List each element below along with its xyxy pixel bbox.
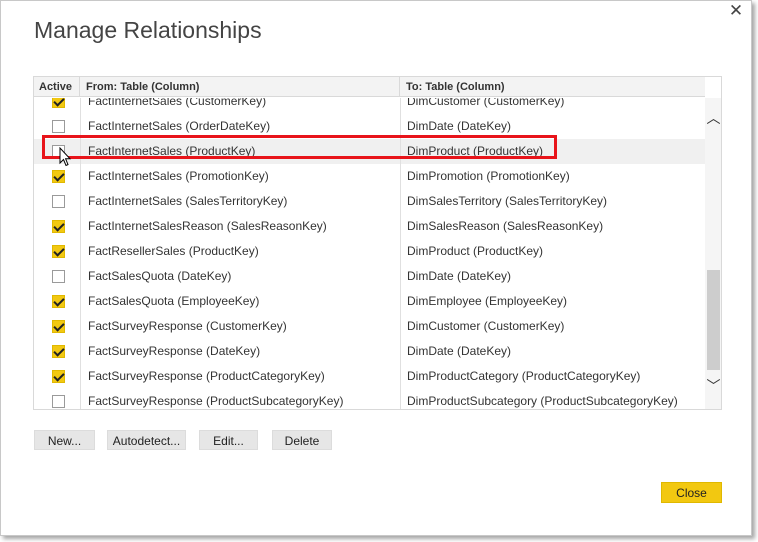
to-cell: DimDate (DateKey) (407, 344, 512, 358)
from-cell: FactInternetSalesReason (SalesReasonKey) (81, 214, 401, 239)
header-from[interactable]: From: Table (Column) (81, 77, 400, 97)
vertical-scrollbar[interactable]: ︿ ﹀ (705, 98, 721, 409)
table-body: FactInternetSales (CustomerKey) DimCustom… (34, 98, 705, 409)
table-header: Active From: Table (Column) To: Table (C… (34, 77, 705, 97)
active-cell (34, 364, 81, 389)
table-rows: FactInternetSales (CustomerKey) DimCustom… (34, 98, 705, 409)
checkbox-checked-icon[interactable] (52, 98, 65, 108)
to-cell: DimProduct (ProductKey) (407, 144, 544, 158)
table-row[interactable]: FactInternetSales (CustomerKey) DimCustom… (34, 98, 705, 114)
checkbox-checked-icon[interactable] (52, 320, 65, 333)
active-cell (34, 289, 81, 314)
table-row[interactable]: FactSalesQuota (DateKey) DimDate (DateKey… (34, 264, 705, 289)
active-cell (34, 214, 81, 239)
from-cell: FactSalesQuota (EmployeeKey) (81, 289, 401, 314)
active-cell (34, 189, 81, 214)
checkbox-checked-icon[interactable] (52, 370, 65, 383)
active-cell (34, 139, 81, 164)
new-button[interactable]: New... (34, 430, 95, 450)
active-cell (34, 98, 81, 114)
active-cell (34, 314, 81, 339)
table-row[interactable]: FactSalesQuota (EmployeeKey) DimEmployee … (34, 289, 705, 314)
close-icon[interactable]: ✕ (727, 2, 745, 20)
table-row[interactable]: FactInternetSales (ProductKey) DimProduct… (34, 139, 705, 164)
scroll-thumb[interactable] (707, 270, 720, 370)
to-cell: DimProduct (ProductKey) (407, 244, 544, 258)
from-cell: FactInternetSales (SalesTerritoryKey) (81, 189, 401, 214)
table-row[interactable]: FactInternetSales (SalesTerritoryKey) Dim… (34, 189, 705, 214)
table-row[interactable]: FactSurveyResponse (CustomerKey) DimCusto… (34, 314, 705, 339)
to-cell: DimEmployee (EmployeeKey) (407, 294, 568, 308)
active-cell (34, 239, 81, 264)
active-cell (34, 389, 81, 409)
table-row[interactable]: FactSurveyResponse (ProductSubcategoryKe… (34, 389, 705, 409)
checkbox-unchecked-icon[interactable] (52, 395, 65, 408)
header-to[interactable]: To: Table (Column) (401, 77, 705, 97)
table-row[interactable]: FactInternetSales (PromotionKey) DimPromo… (34, 164, 705, 189)
from-cell: FactSalesQuota (DateKey) (81, 264, 401, 289)
from-cell: FactSurveyResponse (ProductCategoryKey) (81, 364, 401, 389)
from-cell: FactSurveyResponse (ProductSubcategoryKe… (81, 389, 401, 409)
edit-button[interactable]: Edit... (199, 430, 258, 450)
checkbox-checked-icon[interactable] (52, 245, 65, 258)
to-cell: DimDate (DateKey) (407, 119, 512, 133)
active-cell (34, 114, 81, 139)
from-cell: FactResellerSales (ProductKey) (81, 239, 401, 264)
to-cell: DimDate (DateKey) (407, 269, 512, 283)
to-cell: DimCustomer (CustomerKey) (407, 319, 565, 333)
to-cell: DimProductSubcategory (ProductSubcategor… (407, 394, 678, 408)
table-row[interactable]: FactSurveyResponse (ProductCategoryKey) D… (34, 364, 705, 389)
checkbox-checked-icon[interactable] (52, 170, 65, 183)
from-cell: FactInternetSales (ProductKey) (81, 139, 401, 164)
dialog-title: Manage Relationships (34, 17, 262, 43)
scroll-down-icon[interactable]: ﹀ (705, 376, 721, 396)
active-cell (34, 264, 81, 289)
checkbox-unchecked-icon[interactable] (52, 120, 65, 133)
table-row[interactable]: FactSurveyResponse (DateKey) DimDate (Dat… (34, 339, 705, 364)
checkbox-checked-icon[interactable] (52, 220, 65, 233)
checkbox-unchecked-icon[interactable] (52, 270, 65, 283)
to-cell: DimSalesReason (SalesReasonKey) (407, 219, 604, 233)
checkbox-unchecked-icon[interactable] (52, 145, 65, 158)
table-row[interactable]: FactInternetSales (OrderDateKey) DimDate … (34, 114, 705, 139)
to-cell: DimSalesTerritory (SalesTerritoryKey) (407, 194, 608, 208)
header-active[interactable]: Active (34, 77, 80, 97)
from-cell: FactSurveyResponse (CustomerKey) (81, 314, 401, 339)
checkbox-checked-icon[interactable] (52, 345, 65, 358)
from-cell: FactInternetSales (PromotionKey) (81, 164, 401, 189)
active-cell (34, 164, 81, 189)
autodetect-button[interactable]: Autodetect... (107, 430, 186, 450)
delete-button[interactable]: Delete (272, 430, 332, 450)
from-cell: FactInternetSales (OrderDateKey) (81, 114, 401, 139)
table-row[interactable]: FactResellerSales (ProductKey) DimProduct… (34, 239, 705, 264)
manage-relationships-dialog: ✕ Manage Relationships Active From: Tabl… (0, 0, 752, 536)
from-cell: FactSurveyResponse (DateKey) (81, 339, 401, 364)
active-cell (34, 339, 81, 364)
close-button[interactable]: Close (661, 482, 722, 503)
to-cell: DimCustomer (CustomerKey) (407, 98, 565, 108)
from-cell: FactInternetSales (CustomerKey) (81, 98, 401, 114)
relationships-table: Active From: Table (Column) To: Table (C… (33, 76, 722, 410)
checkbox-unchecked-icon[interactable] (52, 195, 65, 208)
table-row[interactable]: FactInternetSalesReason (SalesReasonKey)… (34, 214, 705, 239)
to-cell: DimProductCategory (ProductCategoryKey) (407, 369, 641, 383)
checkbox-checked-icon[interactable] (52, 295, 65, 308)
scroll-up-icon[interactable]: ︿ (705, 108, 721, 128)
to-cell: DimPromotion (PromotionKey) (407, 169, 570, 183)
